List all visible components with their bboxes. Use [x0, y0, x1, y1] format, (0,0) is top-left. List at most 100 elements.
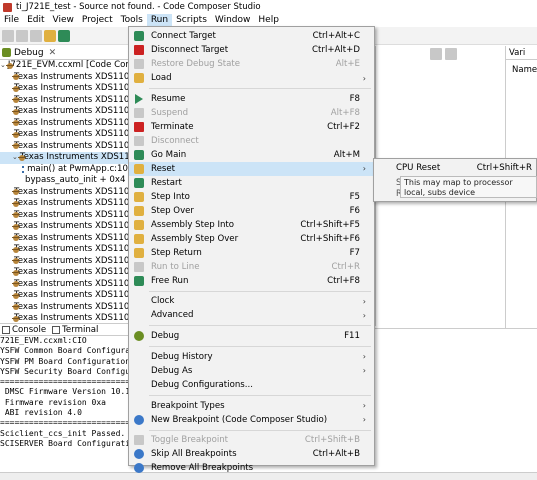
debug-toolbar-icon[interactable] — [58, 29, 70, 42]
menu-item-reset[interactable]: Reset › — [129, 161, 374, 176]
menu-item-remove-all-breakpoints[interactable]: Remove All Breakpoints — [129, 461, 374, 475]
minimize-icon[interactable] — [445, 48, 457, 60]
menu-item-advanced[interactable]: Advanced › — [129, 308, 374, 322]
resume-icon — [135, 93, 143, 104]
menu-item-breakpoint-types[interactable]: Breakpoint Types › — [129, 399, 374, 413]
toggle-bp-icon — [134, 435, 144, 446]
menu-view[interactable]: View — [49, 14, 78, 27]
menu-item-step-return[interactable]: Step Return F7 — [129, 246, 374, 260]
tab-variables[interactable]: Vari — [505, 46, 537, 60]
menu-item-shortcut: Ctrl+Alt+D — [312, 45, 360, 55]
console-line: YSFW Common Board Configurat — [0, 346, 128, 356]
restore-icon — [134, 59, 144, 69]
menu-item-terminate[interactable]: Terminate Ctrl+F2 — [129, 120, 374, 134]
tab-console[interactable]: Console — [2, 325, 46, 335]
menu-item-load[interactable]: Load › — [129, 71, 374, 85]
menu-item-suspend[interactable]: Suspend Alt+F8 — [129, 106, 374, 120]
menu-item-restart[interactable]: Restart — [129, 176, 374, 190]
stack-frame-row[interactable]: main() at PwmApp.c:10 — [0, 164, 128, 176]
tree-row[interactable]: Texas Instruments XDS110 — [0, 83, 128, 95]
tree-row[interactable]: Texas Instruments XDS110 — [0, 267, 128, 279]
menu-item-step-over[interactable]: Step Over F6 — [129, 204, 374, 218]
tree-row[interactable]: Texas Instruments XDS110 — [0, 129, 128, 141]
menu-item-debug-as[interactable]: Debug As › — [129, 364, 374, 378]
tree-row[interactable]: ⌄ Texas Instruments XDS110 — [0, 152, 128, 164]
menu-item-debug-history[interactable]: Debug History › — [129, 350, 374, 364]
load-icon — [134, 73, 144, 83]
expand-twisty-icon[interactable]: ⌄ — [12, 152, 18, 164]
tree-row[interactable]: Texas Instruments XDS110 — [0, 141, 128, 153]
menu-item-clock[interactable]: Clock › — [129, 294, 374, 308]
menu-item-label: Disconnect — [151, 135, 199, 146]
menu-item-assembly-step-over[interactable]: Assembly Step Over Ctrl+Shift+F6 — [129, 232, 374, 246]
console-line: Firmware revision 0xa — [0, 397, 106, 407]
menu-item-connect-target[interactable]: Connect Target Ctrl+Alt+C — [129, 29, 374, 43]
console-line: SCISERVER Board Configuration — [0, 438, 128, 448]
tree-row[interactable]: Texas Instruments XDS110 — [0, 106, 128, 118]
menu-item-run-to-line[interactable]: Run to Line Ctrl+R — [129, 260, 374, 274]
tree-row[interactable]: Texas Instruments XDS110 — [0, 290, 128, 302]
cpu-reset-label: CPU Reset — [396, 162, 441, 173]
menu-item-debug[interactable]: Debug F11 — [129, 329, 374, 343]
tree-row[interactable]: Texas Instruments XDS110 — [0, 187, 128, 199]
menu-item-debug-configurations[interactable]: Debug Configurations... — [129, 378, 374, 392]
stack-frame-row[interactable]: bypass_auto_init + 0x4 ( — [0, 175, 128, 187]
menu-item-label: Breakpoint Types — [151, 400, 225, 411]
menu-separator — [149, 290, 371, 292]
menu-item-resume[interactable]: Resume F8 — [129, 92, 374, 106]
debug-view-icon — [2, 48, 11, 57]
menu-item-skip-all-breakpoints[interactable]: Skip All Breakpoints Ctrl+Alt+B — [129, 447, 374, 461]
tree-row[interactable]: ⌄ J721E_EVM.ccxml [Code Com — [0, 60, 128, 72]
tree-row[interactable]: Texas Instruments XDS110 — [0, 72, 128, 84]
menu-edit[interactable]: Edit — [23, 14, 48, 27]
menu-item-cpu-reset[interactable]: CPU Reset Ctrl+Shift+R — [374, 161, 536, 174]
menu-item-label: Clock — [151, 296, 175, 307]
tab-terminal[interactable]: Terminal — [52, 325, 98, 335]
menu-item-shortcut: Ctrl+Alt+C — [312, 31, 360, 41]
tree-row[interactable]: Texas Instruments XDS110 — [0, 95, 128, 107]
menu-item-step-into[interactable]: Step Into F5 — [129, 190, 374, 204]
new-icon[interactable] — [2, 29, 14, 42]
menu-item-new-breakpoint-code-composer-studio[interactable]: New Breakpoint (Code Composer Studio) › — [129, 413, 374, 427]
menu-project[interactable]: Project — [78, 14, 117, 27]
debug-tab[interactable]: Debug ✕ — [0, 46, 128, 60]
build-icon[interactable] — [44, 29, 56, 42]
tree-row[interactable]: Texas Instruments XDS110 — [0, 221, 128, 233]
menu-file[interactable]: File — [0, 14, 23, 27]
save-icon[interactable] — [16, 29, 28, 42]
disconnect-small-icon — [134, 135, 144, 146]
tree-row[interactable]: Texas Instruments XDS110 — [0, 279, 128, 291]
menu-item-restore-debug-state[interactable]: Restore Debug State Alt+E — [129, 57, 374, 71]
console-line: YSFW Security Board Configur — [0, 366, 128, 376]
tree-row[interactable]: Texas Instruments XDS110 — [0, 244, 128, 256]
menu-item-shortcut: Ctrl+Shift+F5 — [300, 219, 360, 230]
close-icon[interactable]: ✕ — [49, 48, 57, 58]
menu-item-disconnect-target[interactable]: Disconnect Target Ctrl+Alt+D — [129, 43, 374, 57]
print-icon[interactable] — [30, 29, 42, 42]
console-output[interactable]: 721E_EVM.ccxml:CIO YSFW Common Board Conf… — [0, 336, 128, 472]
tree-row[interactable]: Texas Instruments XDS110 — [0, 256, 128, 268]
tree-row-label: Texas Instruments XDS110 — [14, 267, 128, 277]
tree-row[interactable]: Texas Instruments XDS110 — [0, 313, 128, 322]
tree-row-label: Texas Instruments XDS110 — [14, 209, 128, 220]
menu-item-shortcut: F11 — [344, 331, 360, 342]
menu-item-disconnect[interactable]: Disconnect — [129, 134, 374, 148]
menu-item-label: Resume — [151, 93, 186, 104]
menu-item-assembly-step-into[interactable]: Assembly Step Into Ctrl+Shift+F5 — [129, 218, 374, 232]
tree-row[interactable]: Texas Instruments XDS110 — [0, 118, 128, 130]
view-menu-icon[interactable] — [430, 48, 442, 60]
menu-item-label: Advanced — [151, 310, 194, 321]
menu-item-toggle-breakpoint[interactable]: Toggle Breakpoint Ctrl+Shift+B — [129, 433, 374, 447]
tree-row[interactable]: Texas Instruments XDS110 — [0, 210, 128, 222]
menu-item-go-main[interactable]: Go Main Alt+M — [129, 148, 374, 162]
expand-twisty-icon[interactable]: ⌄ — [0, 60, 6, 72]
menu-item-free-run[interactable]: Free Run Ctrl+F8 — [129, 274, 374, 288]
tree-row-label: Texas Instruments XDS110 — [14, 255, 128, 266]
tree-row-label: main() at PwmApp.c:10 — [27, 163, 128, 174]
column-header-name[interactable]: Name — [506, 60, 537, 75]
tree-row[interactable]: Texas Instruments XDS110 — [0, 233, 128, 245]
remove-bp-icon — [134, 463, 144, 474]
tree-row[interactable]: Texas Instruments XDS110 — [0, 198, 128, 210]
skip-bp-icon — [134, 449, 144, 460]
tree-row[interactable]: Texas Instruments XDS110 — [0, 302, 128, 314]
